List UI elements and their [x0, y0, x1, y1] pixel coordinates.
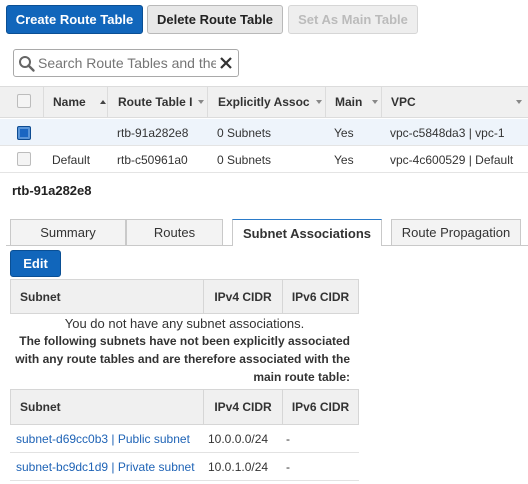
row-name: Default [52, 152, 91, 167]
set-as-main-table-button: Set As Main Table [288, 5, 418, 34]
search-input[interactable] [38, 52, 216, 74]
delete-route-table-button[interactable]: Delete Route Table [147, 5, 283, 34]
close-icon[interactable] [219, 56, 233, 70]
chevron-down-icon [315, 100, 322, 104]
tab-routes[interactable]: Routes [126, 219, 223, 245]
column-header-route-table-id[interactable]: Route Table I [107, 87, 207, 117]
tab-subnet-associations[interactable]: Subnet Associations [232, 219, 382, 246]
column-header-ipv4: IPv4 CIDR [204, 279, 282, 314]
row-route-table-id: rtb-c50961a0 [117, 152, 188, 167]
chevron-down-icon [372, 100, 379, 104]
unassociated-note-line1: The following subnets have not been expl… [19, 334, 350, 348]
sort-asc-icon [99, 100, 106, 104]
row-vpc: vpc-4c600529 | Default [390, 152, 514, 167]
column-header-ipv6: IPv6 CIDR [282, 279, 359, 314]
row-main: Yes [334, 152, 354, 167]
create-route-table-button[interactable]: Create Route Table [6, 5, 143, 34]
search-icon [18, 55, 36, 73]
search-box[interactable] [13, 49, 239, 77]
column-header-subnet: Subnet [10, 389, 204, 425]
chevron-down-icon [198, 100, 205, 104]
subnet-ipv4: 10.0.1.0/24 [208, 459, 269, 474]
unassociated-note-line2: with any route tables and are therefore … [15, 352, 350, 366]
subnet-ipv6: - [286, 459, 290, 474]
column-header-ipv6: IPv6 CIDR [282, 389, 359, 425]
row-explicit-assoc: 0 Subnets [217, 125, 272, 140]
subnet-ipv6: - [286, 431, 290, 446]
edit-button[interactable]: Edit [10, 250, 61, 277]
column-header-subnet: Subnet [10, 279, 204, 314]
chevron-down-icon [515, 100, 522, 104]
column-header-ipv4: IPv4 CIDR [204, 389, 282, 425]
column-header-name[interactable]: Name [43, 87, 107, 117]
subnet-ipv4: 10.0.0.0/24 [208, 431, 269, 446]
row-vpc: vpc-c5848da3 | vpc-1 [390, 125, 505, 140]
column-header-explicitly-associated[interactable]: Explicitly Assoc [207, 87, 325, 117]
column-header-main[interactable]: Main [325, 87, 381, 117]
row-main: Yes [334, 125, 354, 140]
row-name [52, 119, 107, 146]
select-all-checkbox[interactable] [17, 94, 31, 108]
subnet-link[interactable]: subnet-d69cc0b3 | Public subnet [16, 425, 204, 452]
tab-summary[interactable]: Summary [10, 219, 126, 245]
row-checkbox[interactable] [17, 152, 31, 166]
column-header-vpc[interactable]: VPC [381, 87, 528, 117]
tab-route-propagation[interactable]: Route Propagation [391, 219, 521, 245]
selected-route-table-title: rtb-91a282e8 [12, 183, 92, 198]
row-route-table-id: rtb-91a282e8 [117, 125, 189, 140]
row-divider [10, 480, 359, 481]
no-associations-message: You do not have any subnet associations. [64, 316, 305, 331]
subnet-link[interactable]: subnet-bc9dc1d9 | Private subnet [16, 453, 204, 480]
row-explicit-assoc: 0 Subnets [217, 152, 272, 167]
row-checkbox[interactable] [17, 126, 31, 140]
unassociated-note-line3: main route table: [253, 370, 350, 384]
